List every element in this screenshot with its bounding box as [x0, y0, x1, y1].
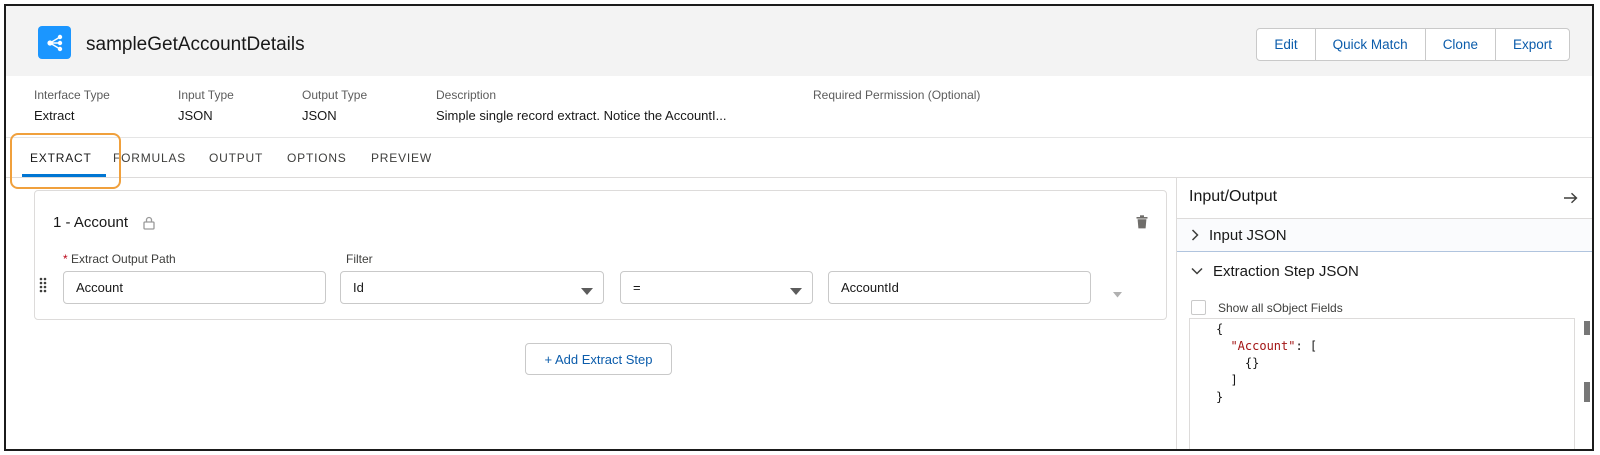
tab-output[interactable]: OUTPUT — [209, 151, 263, 165]
json-line: "Account": [ — [1230, 339, 1318, 353]
extract-output-path-label: * Extract Output Path — [63, 252, 176, 266]
description-field: Description Simple single record extract… — [436, 88, 726, 123]
active-tab-indicator — [22, 174, 106, 177]
export-button[interactable]: Export — [1494, 29, 1569, 60]
step-title: 1 - Account — [53, 214, 129, 231]
data-mapper-icon — [38, 26, 71, 59]
json-line: { — [1216, 322, 1224, 336]
lock-icon — [143, 216, 155, 233]
json-scrollbar[interactable] — [1584, 318, 1592, 449]
extract-output-path-input[interactable]: Account — [63, 271, 326, 304]
filter-field-value: Id — [353, 280, 364, 295]
json-line: } — [1216, 390, 1224, 404]
json-line: {} — [1216, 356, 1260, 370]
scrollbar-thumb-top[interactable] — [1584, 321, 1590, 335]
filter-operator-select[interactable]: = — [620, 271, 813, 304]
add-extract-step-button[interactable]: + Add Extract Step — [525, 343, 672, 375]
filter-value-text: AccountId — [841, 280, 899, 295]
output-type-label: Output Type — [302, 88, 368, 102]
extraction-step-json-section[interactable]: Extraction Step JSON — [1177, 254, 1592, 288]
app-frame: sampleGetAccountDetails Edit Quick Match… — [4, 4, 1594, 451]
interface-type-value: Extract — [34, 108, 75, 123]
tab-options[interactable]: OPTIONS — [287, 151, 347, 165]
chevron-right-icon — [1191, 229, 1199, 241]
tab-preview[interactable]: PREVIEW — [371, 151, 432, 165]
interface-type-field: Interface Type Extract — [34, 88, 110, 123]
tab-formulas[interactable]: FORMULAS — [113, 151, 186, 165]
page-header: sampleGetAccountDetails Edit Quick Match… — [6, 6, 1592, 76]
io-panel-title: Input/Output — [1189, 188, 1278, 205]
scrollbar-thumb-bottom[interactable] — [1584, 382, 1590, 402]
filter-value-input[interactable]: AccountId — [828, 271, 1091, 304]
show-all-sobject-fields-checkbox[interactable] — [1191, 300, 1206, 315]
extract-step-card: 1 - Account * Extract Output Path Filter — [34, 190, 1167, 320]
description-value: Simple single record extract. Notice the… — [436, 108, 727, 123]
input-type-field: Input Type JSON — [178, 88, 234, 123]
chevron-down-icon — [790, 284, 802, 299]
page-title: sampleGetAccountDetails — [86, 34, 305, 55]
filter-operator-value: = — [633, 280, 641, 295]
input-output-panel: Input/Output Input JSON Extraction Step … — [1176, 178, 1592, 449]
show-all-sobject-fields-label: Show all sObject Fields — [1218, 300, 1343, 315]
drag-handle-icon[interactable] — [39, 277, 47, 296]
permission-label: Required Permission (Optional) — [813, 88, 981, 102]
row-menu-caret-icon[interactable] — [1113, 286, 1122, 301]
filter-field-select[interactable]: Id — [340, 271, 604, 304]
clone-button[interactable]: Clone — [1424, 29, 1495, 60]
input-type-value: JSON — [178, 108, 213, 123]
extraction-step-json-label: Extraction Step JSON — [1213, 262, 1359, 280]
chevron-down-icon — [581, 284, 593, 299]
input-type-label: Input Type — [178, 88, 234, 102]
permission-field: Required Permission (Optional) — [813, 88, 980, 108]
extract-output-path-value: Account — [76, 280, 123, 295]
tab-bar: EXTRACT FORMULAS OUTPUT OPTIONS PREVIEW — [6, 138, 1592, 178]
header-button-group: Edit Quick Match Clone Export — [1256, 28, 1570, 61]
input-json-label: Input JSON — [1209, 226, 1287, 244]
quick-match-button[interactable]: Quick Match — [1314, 29, 1425, 60]
input-json-section[interactable]: Input JSON — [1177, 218, 1592, 252]
json-line: ] — [1216, 373, 1238, 387]
show-all-sobject-fields-option: Show all sObject Fields — [1191, 300, 1343, 315]
json-viewer[interactable]: { "Account": [ {} ]} — [1189, 318, 1575, 449]
chevron-down-icon — [1191, 267, 1203, 275]
interface-type-label: Interface Type — [34, 88, 110, 102]
description-label: Description — [436, 88, 497, 102]
filter-label: Filter — [346, 252, 373, 266]
tab-extract[interactable]: EXTRACT — [30, 151, 92, 165]
arrow-right-icon[interactable] — [1564, 192, 1578, 207]
delete-step-icon[interactable] — [1136, 215, 1148, 232]
edit-button[interactable]: Edit — [1257, 29, 1315, 60]
record-details: Interface Type Extract Input Type JSON O… — [6, 76, 1592, 138]
output-type-field: Output Type JSON — [302, 88, 367, 123]
output-type-value: JSON — [302, 108, 337, 123]
